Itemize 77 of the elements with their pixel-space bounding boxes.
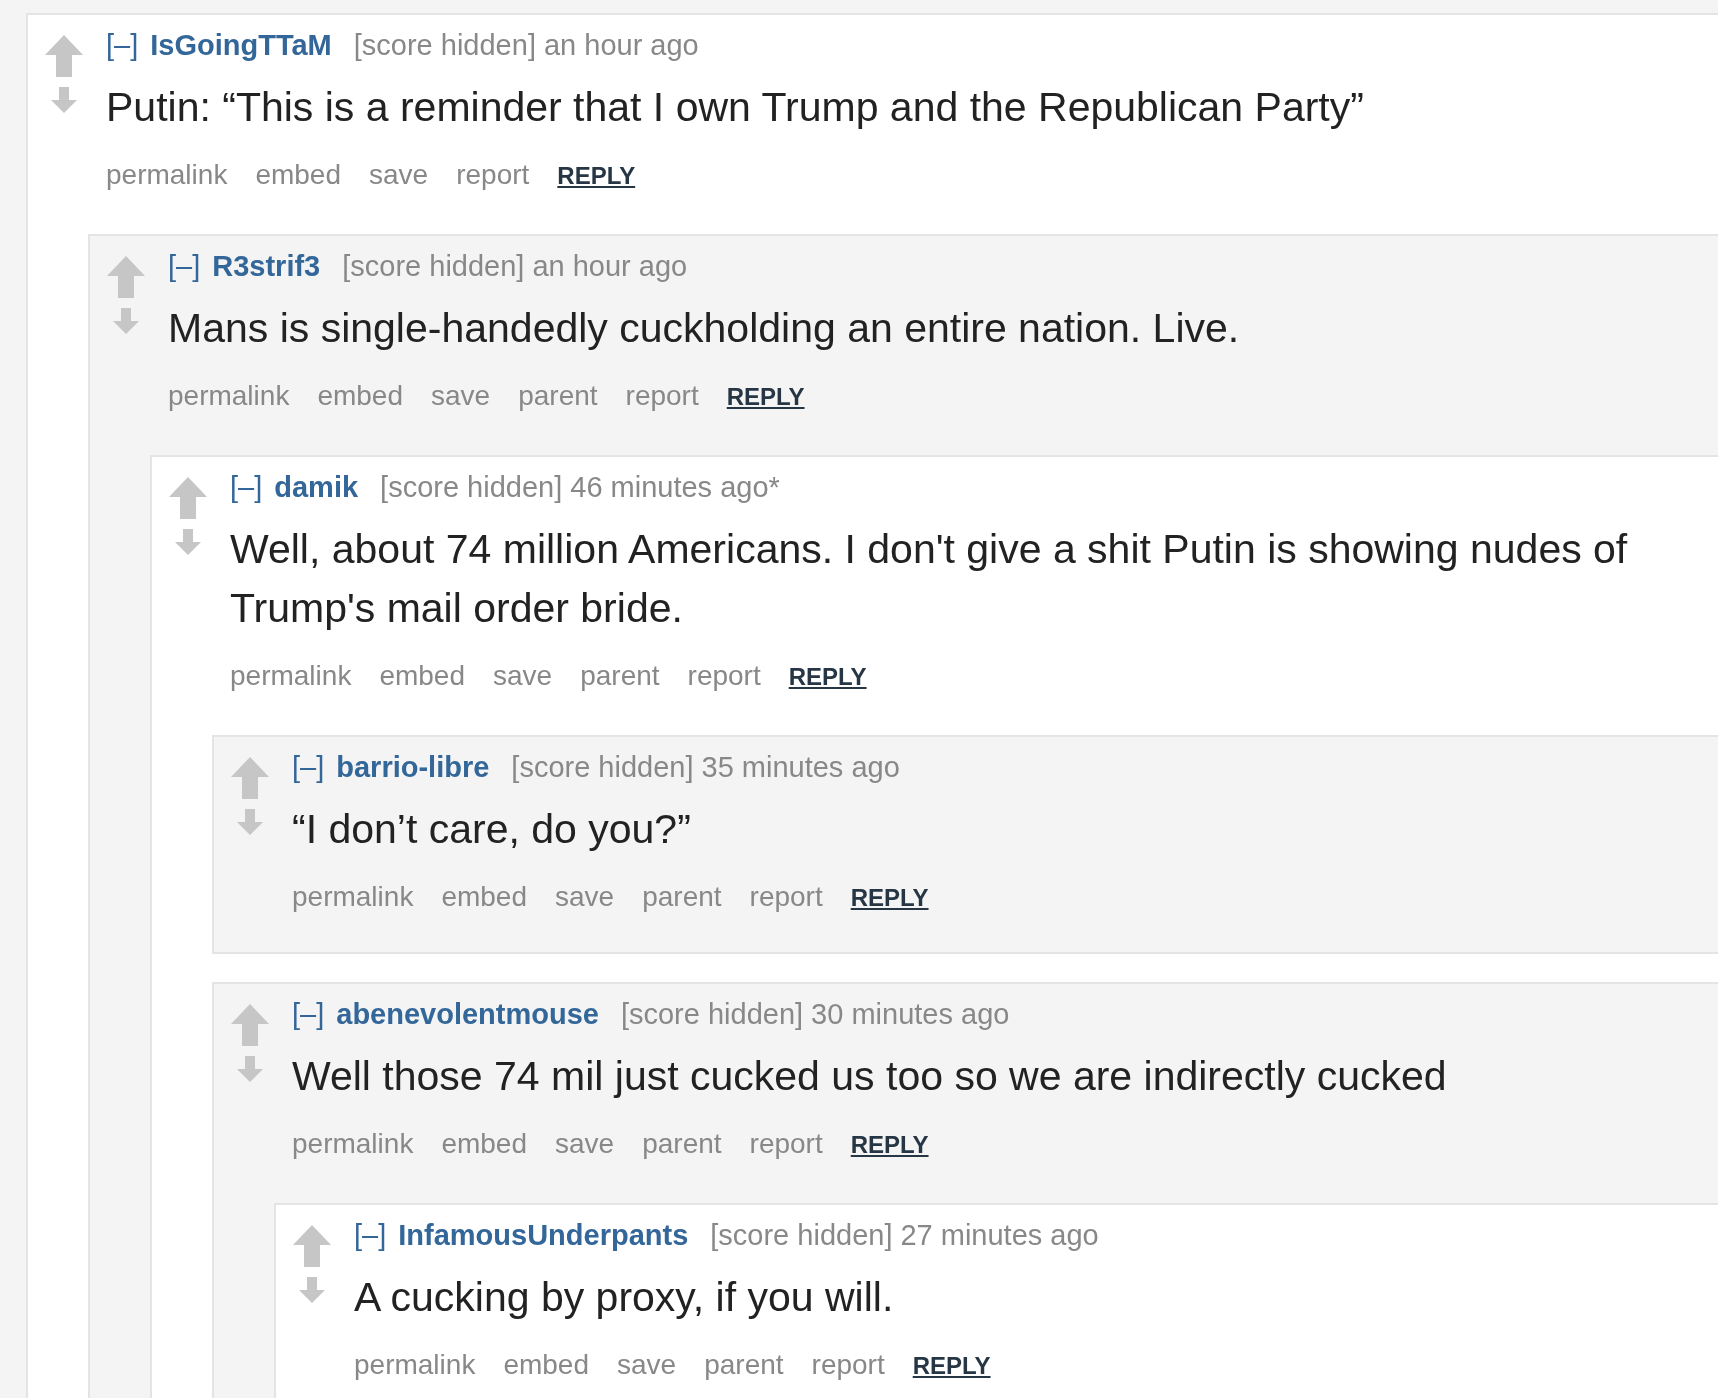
reply-link[interactable]: REPLY (557, 158, 636, 194)
action-link[interactable]: embed (441, 1126, 527, 1162)
action-link[interactable]: report (625, 378, 699, 414)
action-link[interactable]: save (493, 658, 553, 694)
action-link[interactable]: permalink (354, 1347, 476, 1383)
timestamp: 27 minutes ago (900, 1218, 1099, 1253)
comment-body: A cucking by proxy, if you will. (354, 1273, 895, 1322)
action-link[interactable]: embed (503, 1347, 589, 1383)
action-link[interactable]: parent (518, 378, 598, 414)
action-link[interactable]: report (456, 157, 530, 193)
collapse-toggle[interactable]: [–] (354, 1217, 387, 1253)
downvote-arrow-icon[interactable] (235, 1054, 265, 1084)
action-link[interactable]: embed (379, 658, 465, 694)
comment-body: Putin: “This is a reminder that I own Trump and the Republican Party” (106, 83, 1365, 132)
upvote-arrow-icon[interactable] (43, 33, 85, 79)
collapse-toggle[interactable]: [–] (292, 749, 325, 785)
comment-body: Well, about 74 million Americans. I don't give a shit Putin is showing nudes of Trump's mail order bride. (230, 525, 1629, 633)
action-link[interactable]: report (749, 879, 823, 915)
action-link[interactable]: permalink (168, 378, 290, 414)
upvote-arrow-icon[interactable] (229, 755, 271, 801)
timestamp: an hour ago (543, 28, 699, 63)
reply-link[interactable]: REPLY (726, 379, 805, 415)
action-link[interactable]: parent (580, 658, 660, 694)
username-link[interactable]: abenevolentmouse (336, 996, 599, 1032)
action-link[interactable]: save (555, 1126, 615, 1162)
username-link[interactable]: InfamousUnderpants (398, 1217, 689, 1253)
downvote-arrow-icon[interactable] (297, 1275, 327, 1305)
collapse-toggle[interactable]: [–] (168, 248, 201, 284)
action-link[interactable]: parent (642, 879, 722, 915)
action-link[interactable]: save (555, 879, 615, 915)
timestamp: an hour ago (532, 249, 688, 284)
score-label: [score hidden] (353, 28, 536, 63)
action-link[interactable]: report (749, 1126, 823, 1162)
timestamp: 30 minutes ago (811, 997, 1010, 1032)
action-link[interactable]: permalink (292, 1126, 414, 1162)
action-link[interactable]: parent (704, 1347, 784, 1383)
score-label: [score hidden] (710, 1218, 893, 1253)
reply-link[interactable]: REPLY (850, 880, 929, 916)
action-link[interactable]: save (431, 378, 491, 414)
action-link[interactable]: permalink (292, 879, 414, 915)
downvote-arrow-icon[interactable] (173, 527, 203, 557)
username-link[interactable]: R3strif3 (212, 248, 321, 284)
downvote-arrow-icon[interactable] (111, 306, 141, 336)
collapse-toggle[interactable]: [–] (106, 27, 139, 63)
action-link[interactable]: save (617, 1347, 677, 1383)
downvote-arrow-icon[interactable] (235, 807, 265, 837)
score-label: [score hidden] (511, 750, 694, 785)
timestamp: 46 minutes ago* (570, 470, 780, 505)
username-link[interactable]: damik (274, 469, 359, 505)
reply-link[interactable]: REPLY (788, 659, 867, 695)
upvote-arrow-icon[interactable] (229, 1002, 271, 1048)
action-link[interactable]: report (811, 1347, 885, 1383)
action-link[interactable]: embed (255, 157, 341, 193)
collapse-toggle[interactable]: [–] (292, 996, 325, 1032)
comment-body: Well those 74 mil just cucked us too so we are indirectly cucked (292, 1052, 1448, 1101)
comment-body: “I don’t care, do you?” (292, 805, 692, 854)
downvote-arrow-icon[interactable] (49, 85, 79, 115)
reply-link[interactable]: REPLY (850, 1127, 929, 1163)
username-link[interactable]: barrio-libre (336, 749, 490, 785)
upvote-arrow-icon[interactable] (105, 254, 147, 300)
score-label: [score hidden] (380, 470, 563, 505)
action-link[interactable]: permalink (106, 157, 228, 193)
score-label: [score hidden] (342, 249, 525, 284)
action-link[interactable]: parent (642, 1126, 722, 1162)
action-link[interactable]: save (369, 157, 429, 193)
reply-link[interactable]: REPLY (912, 1348, 991, 1384)
action-link[interactable]: embed (317, 378, 403, 414)
action-link[interactable]: report (687, 658, 761, 694)
upvote-arrow-icon[interactable] (167, 475, 209, 521)
action-link[interactable]: embed (441, 879, 527, 915)
timestamp: 35 minutes ago (701, 750, 900, 785)
collapse-toggle[interactable]: [–] (230, 469, 263, 505)
upvote-arrow-icon[interactable] (291, 1223, 333, 1269)
comment-body: Mans is single-handedly cuckholding an entire nation. Live. (168, 304, 1241, 353)
username-link[interactable]: IsGoingTTaM (150, 27, 332, 63)
score-label: [score hidden] (620, 997, 804, 1032)
action-link[interactable]: permalink (230, 658, 352, 694)
